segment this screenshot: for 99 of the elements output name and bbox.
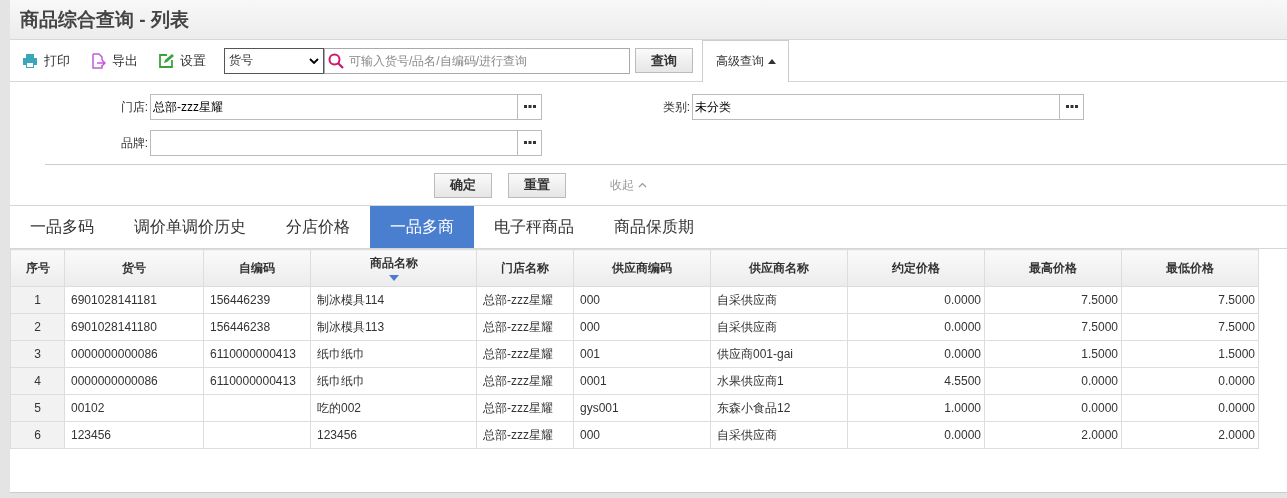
table-cell: 0000000000086 xyxy=(64,367,204,395)
table-cell: 自采供应商 xyxy=(710,286,848,314)
table-cell: 156446238 xyxy=(203,313,311,341)
reset-button[interactable]: 重置 xyxy=(508,172,566,198)
table-cell: 7.5000 xyxy=(984,313,1122,341)
toolbar-button[interactable]: 设置 xyxy=(154,51,216,70)
table-cell: 总部-zzz星耀 xyxy=(476,286,574,314)
table-cell: 制冰模具114 xyxy=(310,286,477,314)
tab[interactable]: 一品多商 xyxy=(370,206,474,248)
table-cell: 7.5000 xyxy=(1121,313,1259,341)
search-type-select[interactable]: 货号 xyxy=(224,47,324,74)
more-icon xyxy=(1065,105,1078,109)
browse-button[interactable] xyxy=(518,94,542,120)
table-cell: 水果供应商1 xyxy=(710,367,848,395)
caret-icon xyxy=(767,59,776,64)
advanced-search-tab[interactable]: 高级查询 xyxy=(702,40,789,82)
table-cell: 123456 xyxy=(310,421,477,449)
more-icon xyxy=(523,141,536,145)
table-cell: 6110000000413 xyxy=(203,340,311,368)
table-cell: 纸巾纸巾 xyxy=(310,367,477,395)
lookup-field[interactable]: 总部-zzz星耀 xyxy=(150,94,518,120)
more-icon xyxy=(523,105,536,109)
search-button[interactable]: 查询 xyxy=(635,48,693,73)
edit-icon xyxy=(158,52,174,69)
table-cell: 东森小食品12 xyxy=(710,394,848,422)
column-header[interactable]: 供应商名称 xyxy=(710,249,848,287)
browse-button[interactable] xyxy=(518,130,542,156)
table-cell: 4.5500 xyxy=(847,367,985,395)
table-cell: 0001 xyxy=(573,367,711,395)
lookup-field[interactable]: 未分类 xyxy=(692,94,1060,120)
lookup-field[interactable] xyxy=(150,130,518,156)
toolbar-button[interactable]: 导出 xyxy=(86,51,148,70)
file-export-icon xyxy=(90,52,106,69)
column-header[interactable]: 自编码 xyxy=(203,249,311,287)
table-cell: 2.0000 xyxy=(984,421,1122,449)
field-label: 门店: xyxy=(119,98,149,116)
table-cell: 0.0000 xyxy=(1121,367,1259,395)
row-number: 5 xyxy=(10,394,65,422)
table-cell: gys001 xyxy=(573,394,711,422)
column-header[interactable]: 序号 xyxy=(10,249,65,287)
row-number: 3 xyxy=(10,340,65,368)
table-cell: 0.0000 xyxy=(847,286,985,314)
table-cell: 自采供应商 xyxy=(710,421,848,449)
field-label: 品牌: xyxy=(119,134,149,152)
toolbar-button[interactable]: 打印 xyxy=(18,51,80,70)
row-number: 6 xyxy=(10,421,65,449)
table-cell: 000 xyxy=(573,313,711,341)
table-cell: 0000000000086 xyxy=(64,340,204,368)
table-cell: 总部-zzz星耀 xyxy=(476,421,574,449)
column-header[interactable]: 供应商编码 xyxy=(573,249,711,287)
table-cell: 6901028141181 xyxy=(64,286,204,314)
table-cell: 0.0000 xyxy=(847,313,985,341)
table-cell: 2.0000 xyxy=(1121,421,1259,449)
browse-button[interactable] xyxy=(1060,94,1084,120)
table-cell: 制冰模具113 xyxy=(310,313,477,341)
row-number: 2 xyxy=(10,313,65,341)
table-cell: 1.5000 xyxy=(1121,340,1259,368)
caret-icon xyxy=(309,57,319,64)
table-cell: 总部-zzz星耀 xyxy=(476,367,574,395)
column-header[interactable]: 约定价格 xyxy=(847,249,985,287)
table-cell: 000 xyxy=(573,286,711,314)
table-cell: 1.5000 xyxy=(984,340,1122,368)
table-cell: 总部-zzz星耀 xyxy=(476,394,574,422)
table-cell: 0.0000 xyxy=(847,340,985,368)
sort-icon xyxy=(388,275,399,281)
table-cell: 000 xyxy=(573,421,711,449)
column-header[interactable]: 货号 xyxy=(64,249,204,287)
field-label: 类别: xyxy=(661,98,691,116)
table-cell: 纸巾纸巾 xyxy=(310,340,477,368)
search-field[interactable]: 可输入货号/品名/自编码/进行查询 xyxy=(324,47,630,74)
column-header[interactable]: 最高价格 xyxy=(984,249,1122,287)
row-number: 4 xyxy=(10,367,65,395)
table-cell: 7.5000 xyxy=(1121,286,1259,314)
table-cell: 6110000000413 xyxy=(203,367,311,395)
table-cell: 1.0000 xyxy=(847,394,985,422)
table-cell: 0.0000 xyxy=(984,367,1122,395)
table-cell: 156446239 xyxy=(203,286,311,314)
table-cell: 总部-zzz星耀 xyxy=(476,313,574,341)
search-icon xyxy=(328,52,344,69)
table-cell: 吃的002 xyxy=(310,394,477,422)
column-header[interactable]: 最低价格 xyxy=(1121,249,1259,287)
table-cell: 6901028141180 xyxy=(64,313,204,341)
table-cell: 7.5000 xyxy=(984,286,1122,314)
confirm-button[interactable]: 确定 xyxy=(434,172,492,198)
table-cell: 0.0000 xyxy=(1121,394,1259,422)
column-header[interactable]: 商品名称 xyxy=(310,249,477,287)
table-cell: 总部-zzz星耀 xyxy=(476,340,574,368)
printer-icon xyxy=(22,52,38,69)
table-cell: 001 xyxy=(573,340,711,368)
table-cell: 自采供应商 xyxy=(710,313,848,341)
table-cell: 00102 xyxy=(64,394,204,422)
chevron-up-icon xyxy=(638,182,647,188)
row-number: 1 xyxy=(10,286,65,314)
column-header[interactable]: 门店名称 xyxy=(476,249,574,287)
window-title: 商品综合查询 - 列表 xyxy=(20,7,189,32)
table-cell: 123456 xyxy=(64,421,204,449)
table-cell: 0.0000 xyxy=(984,394,1122,422)
table-cell: 供应商001-gai xyxy=(710,340,848,368)
table-cell: 0.0000 xyxy=(847,421,985,449)
